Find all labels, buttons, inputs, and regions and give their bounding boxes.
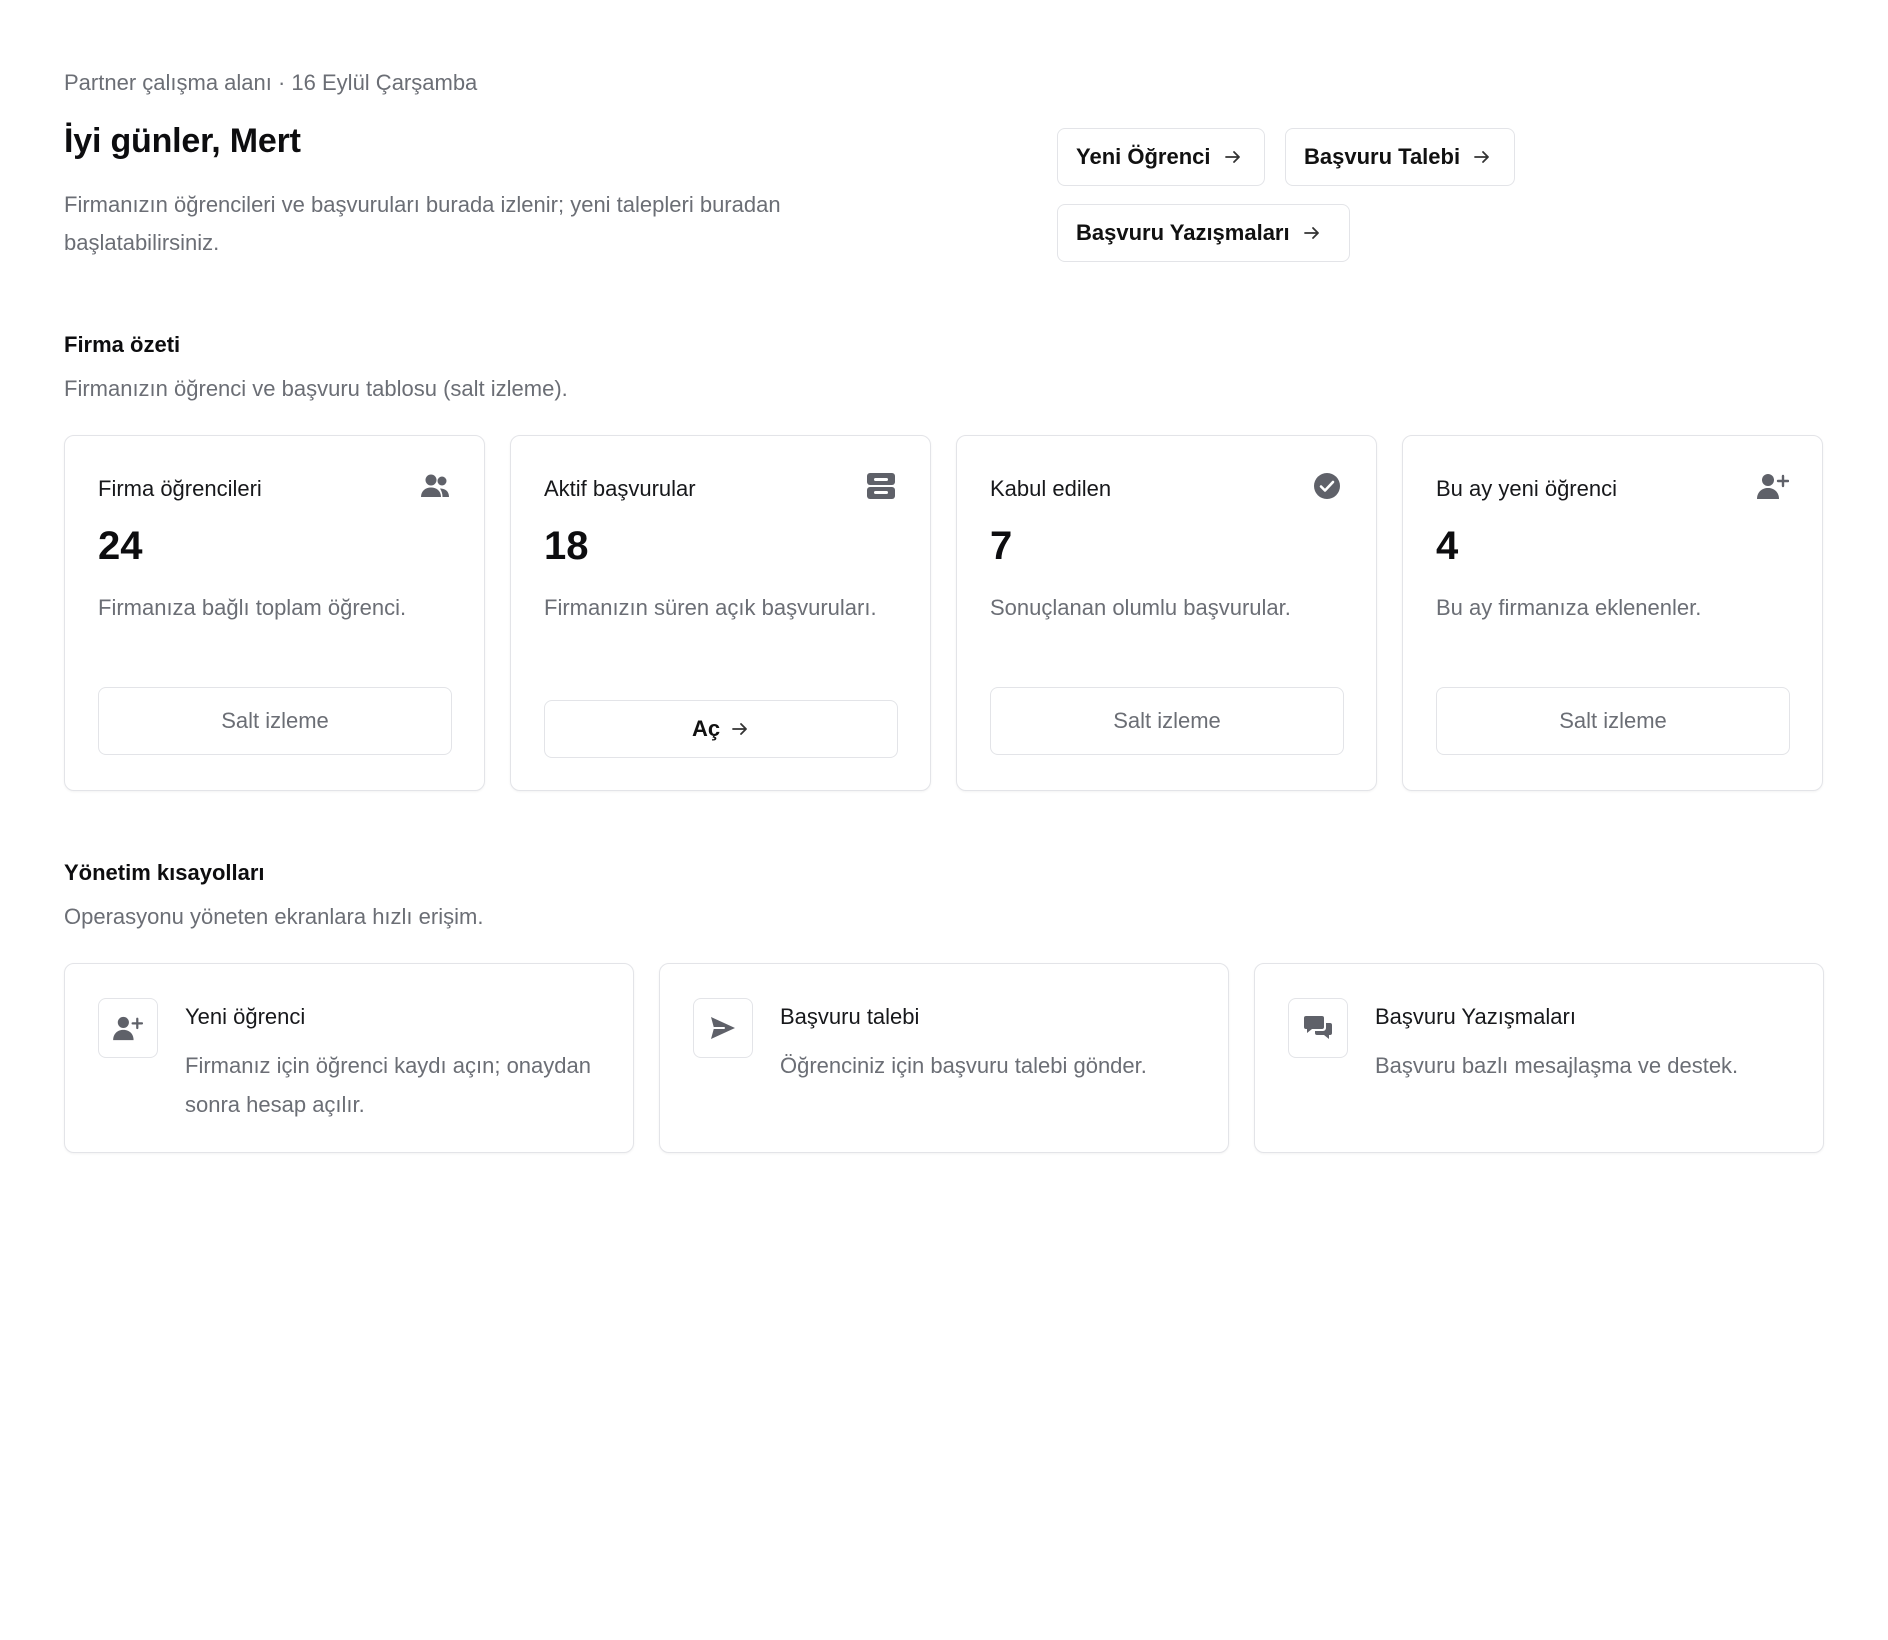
- user-plus-icon: [98, 998, 158, 1058]
- shortcut-new-student[interactable]: Yeni öğrenci Firmanız için öğrenci kaydı…: [64, 963, 634, 1153]
- summary-title: Firma özeti: [64, 332, 181, 357]
- shortcut-title: Başvuru talebi: [780, 1004, 920, 1029]
- stat-card-new-students-this-month: Bu ay yeni öğrenci 4 Bu ay firmanıza ekl…: [1402, 435, 1823, 791]
- stat-card-active-applications: Aktif başvurular 18 Firmanızın süren açı…: [510, 435, 931, 791]
- check-circle-icon: [1311, 470, 1343, 502]
- shortcut-title: Başvuru Yazışmaları: [1375, 1004, 1576, 1029]
- stat-card-description: Sonuçlanan olumlu başvurular.: [990, 595, 1291, 620]
- stat-card-accepted: Kabul edilen 7 Sonuçlanan olumlu başvuru…: [956, 435, 1377, 791]
- read-only-button[interactable]: Salt izleme: [1436, 687, 1790, 755]
- arrow-right-icon: [1302, 223, 1322, 243]
- summary-cards: Firma öğrencileri 24 Firmanıza bağlı top…: [64, 435, 1824, 791]
- page-title: İyi günler, Mert: [64, 122, 301, 160]
- read-only-button[interactable]: Salt izleme: [98, 687, 452, 755]
- new-student-button-label: Yeni Öğrenci: [1076, 144, 1211, 169]
- stat-card-company-students: Firma öğrencileri 24 Firmanıza bağlı top…: [64, 435, 485, 791]
- inbox-icon: [865, 470, 897, 502]
- stat-card-value: 4: [1436, 524, 1459, 568]
- stat-card-label: Bu ay yeni öğrenci: [1436, 476, 1617, 501]
- shortcuts-section-header: Yönetim kısayolları Operasyonu yöneten e…: [64, 860, 483, 930]
- application-request-button-label: Başvuru Talebi: [1304, 144, 1461, 169]
- shortcut-description: Firmanız için öğrenci kaydı açın; onayda…: [185, 1053, 591, 1117]
- shortcut-application-messages[interactable]: Başvuru Yazışmaları Başvuru bazlı mesajl…: [1254, 963, 1824, 1153]
- stat-card-value: 7: [990, 524, 1013, 568]
- open-button[interactable]: Aç: [544, 700, 898, 758]
- summary-description: Firmanızın öğrenci ve başvuru tablosu (s…: [64, 376, 568, 401]
- application-messages-button-label: Başvuru Yazışmaları: [1076, 220, 1290, 245]
- chat-icon: [1288, 998, 1348, 1058]
- shortcut-cards: Yeni öğrenci Firmanız için öğrenci kaydı…: [64, 963, 1824, 1153]
- user-plus-icon: [1757, 470, 1789, 502]
- summary-section-header: Firma özeti Firmanızın öğrenci ve başvur…: [64, 332, 568, 402]
- shortcut-description: Başvuru bazlı mesajlaşma ve destek.: [1375, 1053, 1739, 1078]
- arrow-right-icon: [1472, 147, 1492, 167]
- shortcut-application-request[interactable]: Başvuru talebi Öğrenciniz için başvuru t…: [659, 963, 1229, 1153]
- arrow-right-icon: [1223, 147, 1243, 167]
- stat-card-description: Firmanıza bağlı toplam öğrenci.: [98, 595, 407, 620]
- arrow-right-icon: [730, 719, 750, 739]
- new-student-button[interactable]: Yeni Öğrenci: [1057, 128, 1265, 186]
- application-messages-button[interactable]: Başvuru Yazışmaları: [1057, 204, 1350, 262]
- send-icon: [693, 998, 753, 1058]
- stat-card-label: Firma öğrencileri: [98, 476, 262, 501]
- users-icon: [419, 470, 451, 502]
- shortcuts-description: Operasyonu yöneten ekranlara hızlı erişi…: [64, 904, 484, 929]
- stat-card-description: Firmanızın süren açık başvuruları.: [544, 595, 877, 620]
- shortcut-description: Öğrenciniz için başvuru talebi gönder.: [780, 1053, 1147, 1078]
- stat-card-value: 24: [98, 524, 143, 568]
- shortcut-title: Yeni öğrenci: [185, 1004, 306, 1029]
- read-only-button[interactable]: Salt izleme: [990, 687, 1344, 755]
- workspace-date-label: Partner çalışma alanı · 16 Eylül Çarşamb…: [64, 70, 478, 95]
- page-header: Partner çalışma alanı · 16 Eylül Çarşamb…: [64, 70, 1824, 310]
- shortcuts-title: Yönetim kısayolları: [64, 860, 265, 885]
- open-button-label: Aç: [691, 716, 721, 741]
- stat-card-description: Bu ay firmanıza eklenenler.: [1436, 595, 1702, 620]
- partner-dashboard: Partner çalışma alanı · 16 Eylül Çarşamb…: [0, 0, 1888, 1640]
- stat-card-label: Aktif başvurular: [544, 476, 696, 501]
- stat-card-value: 18: [544, 524, 589, 568]
- page-intro: Firmanızın öğrencileri ve başvuruları bu…: [64, 192, 781, 255]
- application-request-button[interactable]: Başvuru Talebi: [1285, 128, 1515, 186]
- stat-card-label: Kabul edilen: [990, 476, 1112, 501]
